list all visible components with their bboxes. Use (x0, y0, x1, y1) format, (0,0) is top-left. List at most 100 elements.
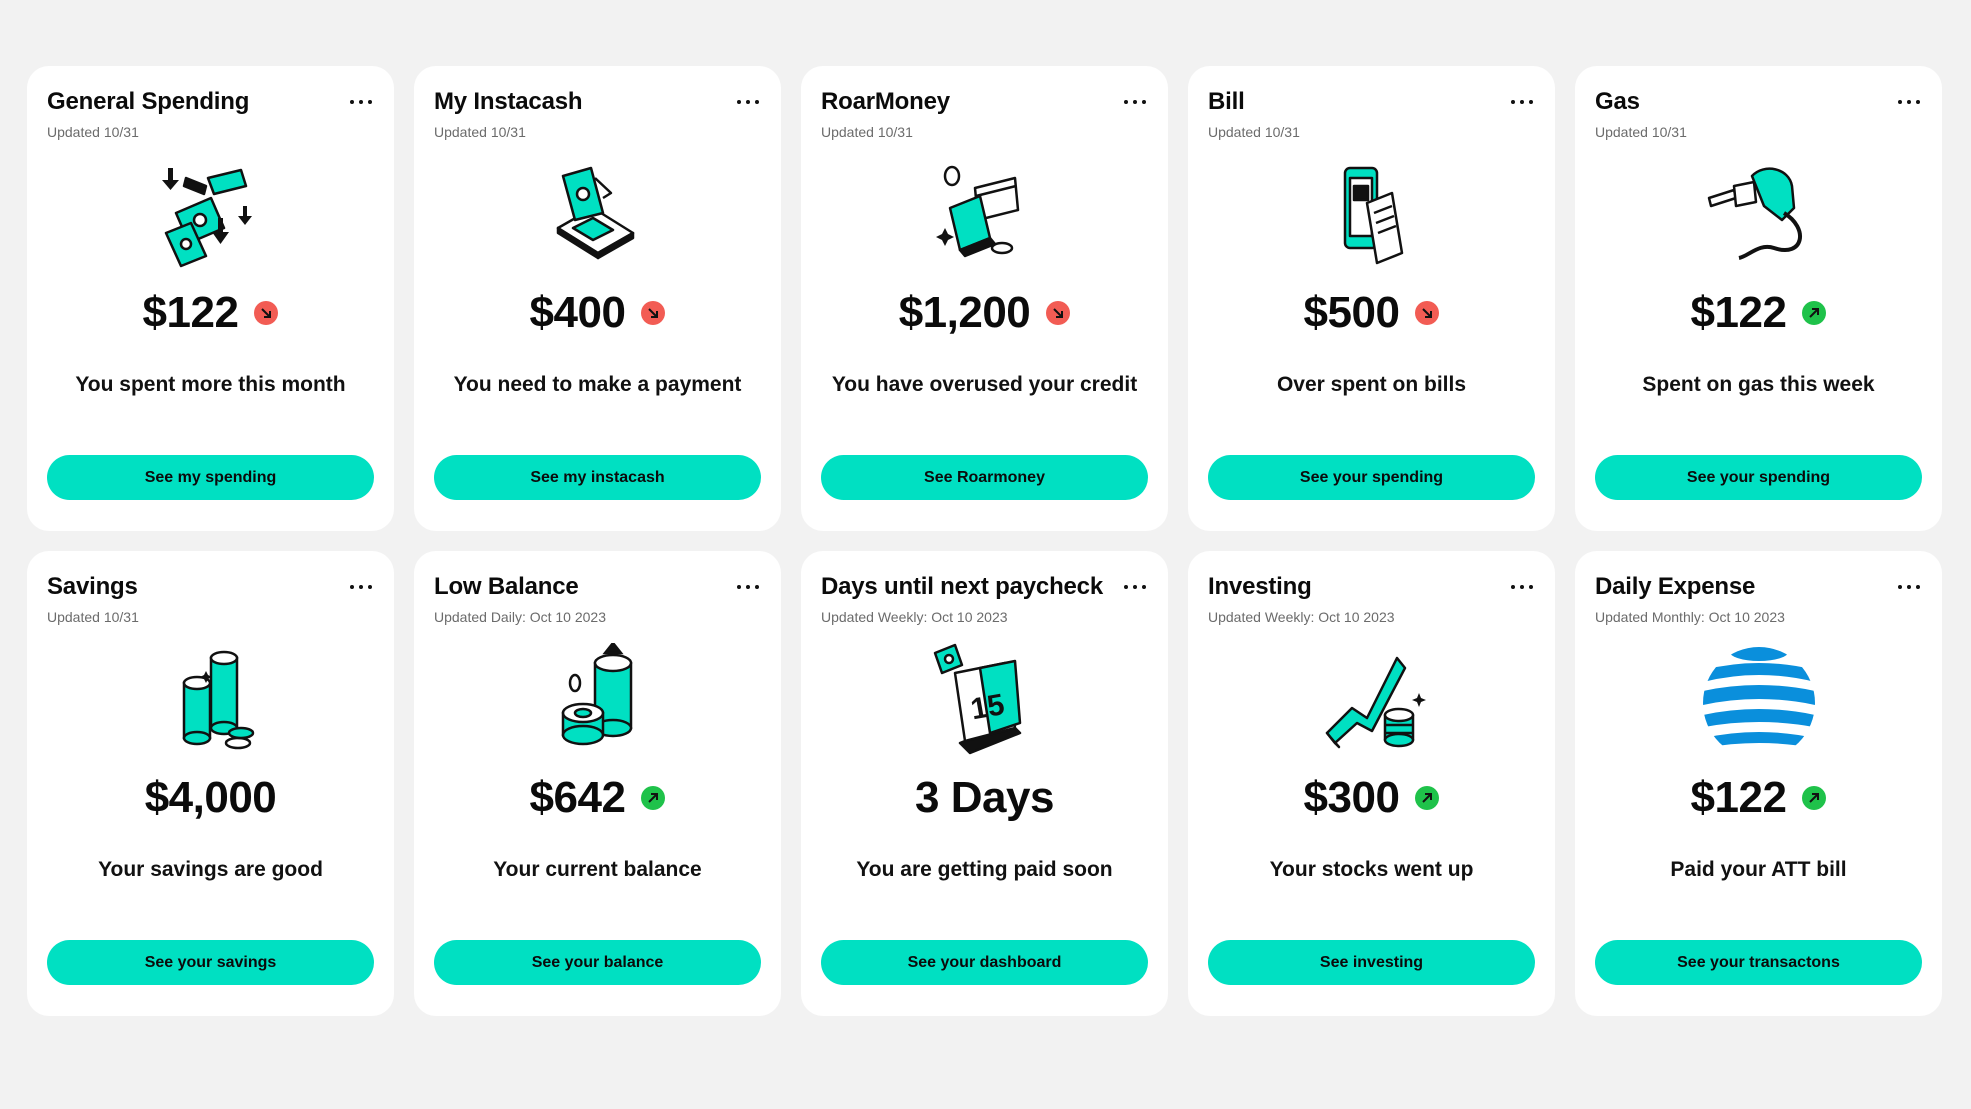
falling-money-icon (146, 158, 276, 278)
more-options-icon[interactable] (733, 577, 763, 597)
card-amount: $122 (1690, 288, 1787, 337)
card-description: You spent more this month (75, 373, 346, 396)
svg-text:15: 15 (968, 688, 1007, 726)
amount-row: $642 (414, 773, 781, 823)
coin-stacks-icon (146, 643, 276, 763)
card-description: Your stocks went up (1269, 858, 1474, 881)
card-description: Spent on gas this week (1642, 373, 1875, 396)
card-roarmoney: RoarMoney Updated 10/31 $1,200 You have … (801, 66, 1168, 531)
card-updated-text: Updated Weekly: Oct 10 2023 (1208, 609, 1395, 625)
trend-down-icon (254, 301, 279, 325)
trend-down-icon (1415, 301, 1440, 325)
amount-row: $122 (1575, 773, 1942, 823)
card-description: Your savings are good (98, 858, 323, 881)
card-title: Low Balance (434, 573, 579, 600)
att-globe-icon (1694, 643, 1824, 763)
card-title: Bill (1208, 88, 1245, 115)
more-options-icon[interactable] (1120, 92, 1150, 112)
card-title: RoarMoney (821, 88, 950, 115)
trend-down-icon (1046, 301, 1071, 325)
amount-row: 3 Days (801, 773, 1168, 823)
card-description: You are getting paid soon (856, 858, 1113, 881)
trend-down-icon (641, 301, 666, 325)
amount-row: $122 (27, 288, 394, 338)
card-my-instacash: My Instacash Updated 10/31 $400 You need… (414, 66, 781, 531)
card-updated-text: Updated 10/31 (1208, 124, 1300, 140)
amount-row: $300 (1188, 773, 1555, 823)
card-amount: $400 (529, 288, 626, 337)
card-amount: $122 (1690, 773, 1787, 822)
stock-chart-icon (1307, 643, 1437, 763)
card-bill: Bill Updated 10/31 $500 Over spent on bi… (1188, 66, 1555, 531)
card-amount: $642 (529, 773, 626, 822)
card-low-balance: Low Balance Updated Daily: Oct 10 2023 $… (414, 551, 781, 1016)
coin-cylinder-icon (533, 640, 663, 763)
trend-up-icon (641, 786, 666, 810)
card-action-button[interactable]: See investing (1208, 940, 1535, 985)
card-title: Daily Expense (1595, 573, 1756, 600)
card-description: Your current balance (493, 858, 702, 881)
more-options-icon[interactable] (1894, 92, 1924, 112)
card-action-button[interactable]: See your dashboard (821, 940, 1148, 985)
more-options-icon[interactable] (346, 92, 376, 112)
card-description: Paid your ATT bill (1670, 858, 1847, 881)
card-updated-text: Updated 10/31 (47, 609, 139, 625)
amount-row: $500 (1188, 288, 1555, 338)
card-amount: $4,000 (144, 773, 277, 822)
card-action-button[interactable]: See Roarmoney (821, 455, 1148, 500)
card-title: My Instacash (434, 88, 583, 115)
card-title: Savings (47, 573, 138, 600)
card-title: General Spending (47, 88, 250, 115)
card-updated-text: Updated 10/31 (47, 124, 139, 140)
card-updated-text: Updated 10/31 (1595, 124, 1687, 140)
card-updated-text: Updated Monthly: Oct 10 2023 (1595, 609, 1785, 625)
card-updated-text: Updated Daily: Oct 10 2023 (434, 609, 606, 625)
amount-row: $122 (1575, 288, 1942, 338)
wallet-card-icon (920, 158, 1050, 278)
card-daily-expense: Daily Expense Updated Monthly: Oct 10 20… (1575, 551, 1942, 1016)
card-action-button[interactable]: See my spending (47, 455, 374, 500)
card-title: Gas (1595, 88, 1640, 115)
card-action-button[interactable]: See your spending (1595, 455, 1922, 500)
card-gas: Gas Updated 10/31 $122 Spent on gas this… (1575, 66, 1942, 531)
amount-row: $4,000 (27, 773, 394, 823)
card-action-button[interactable]: See your spending (1208, 455, 1535, 500)
card-amount: $122 (142, 288, 239, 337)
card-action-button[interactable]: See your savings (47, 940, 374, 985)
card-amount: 3 Days (915, 773, 1054, 822)
amount-row: $1,200 (801, 288, 1168, 338)
more-options-icon[interactable] (1894, 577, 1924, 597)
trend-up-icon (1415, 786, 1440, 810)
card-description: You have overused your credit (831, 373, 1138, 396)
more-options-icon[interactable] (1507, 92, 1537, 112)
more-options-icon[interactable] (346, 577, 376, 597)
card-amount: $300 (1303, 773, 1400, 822)
amount-row: $400 (414, 288, 781, 338)
phone-receipt-icon (1307, 158, 1437, 278)
trend-up-icon (1802, 786, 1827, 810)
card-days-until-next-paycheck: Days until next paycheck Updated Weekly:… (801, 551, 1168, 1016)
card-amount: $1,200 (898, 288, 1031, 337)
more-options-icon[interactable] (1120, 577, 1150, 597)
card-description: You need to make a payment (453, 373, 742, 396)
card-investing: Investing Updated Weekly: Oct 10 2023 $3… (1188, 551, 1555, 1016)
card-general-spending: General Spending Updated 10/31 $122 You (27, 66, 394, 531)
calendar-icon: 15 (920, 643, 1050, 763)
phone-cash-icon (533, 158, 663, 278)
more-options-icon[interactable] (733, 92, 763, 112)
more-options-icon[interactable] (1507, 577, 1537, 597)
gas-nozzle-icon (1694, 158, 1824, 278)
trend-up-icon (1802, 301, 1827, 325)
card-action-button[interactable]: See my instacash (434, 455, 761, 500)
card-title: Days until next paycheck (821, 573, 1103, 600)
card-savings: Savings Updated 10/31 $4,000 Your saving… (27, 551, 394, 1016)
card-updated-text: Updated Weekly: Oct 10 2023 (821, 609, 1008, 625)
insight-cards-grid: General Spending Updated 10/31 $122 You (27, 66, 1942, 1016)
card-title: Investing (1208, 573, 1312, 600)
card-updated-text: Updated 10/31 (821, 124, 913, 140)
card-action-button[interactable]: See your transactons (1595, 940, 1922, 985)
card-action-button[interactable]: See your balance (434, 940, 761, 985)
card-amount: $500 (1303, 288, 1400, 337)
card-description: Over spent on bills (1276, 373, 1467, 396)
card-updated-text: Updated 10/31 (434, 124, 526, 140)
